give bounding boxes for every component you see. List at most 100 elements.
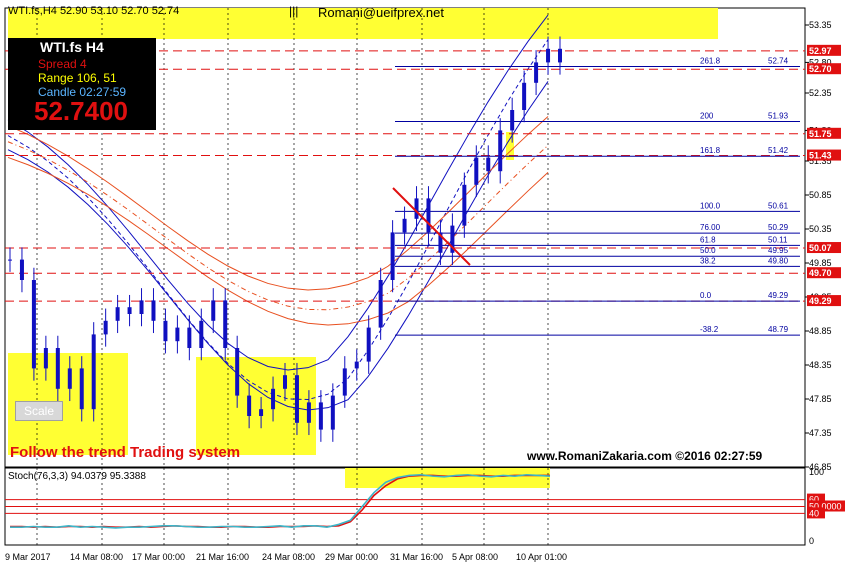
y-tick-label: 50.35	[809, 224, 832, 234]
x-tick-label: 10 Apr 01:00	[516, 552, 567, 562]
candle-body	[43, 348, 48, 369]
y-tick-label: 48.35	[809, 360, 832, 370]
info-range: Range 106, 51	[38, 71, 117, 85]
candle-body	[211, 300, 216, 321]
candle-body	[115, 307, 120, 321]
fib-value-label: 49.95	[768, 246, 789, 255]
symbol-info-box: WTI.fs H4 Spread 4 Range 106, 51 Candle …	[8, 38, 156, 130]
candle-body	[163, 320, 168, 342]
website-label: www.RomaniZakaria.com ©2016 02:27:59	[527, 449, 763, 463]
fib-value-label: 50.29	[768, 223, 789, 232]
fib-value-label: 52.74	[768, 56, 789, 65]
candle-body	[318, 402, 323, 430]
candle-body	[103, 320, 108, 335]
candle-body	[187, 327, 192, 348]
fib-ratio-label: 261.8	[700, 56, 721, 65]
candle-body	[127, 307, 132, 314]
y-tick-label: 47.85	[809, 394, 832, 404]
candle-body	[175, 327, 180, 342]
fib-value-label: 49.80	[768, 256, 789, 265]
candle-body	[223, 300, 228, 348]
fib-ratio-label: 100.0	[700, 201, 721, 210]
x-tick-label: 29 Mar 00:00	[325, 552, 378, 562]
fib-value-label: 51.93	[768, 112, 789, 121]
fib-value-label: 49.29	[768, 291, 789, 300]
candle-body	[510, 110, 515, 131]
candle-body	[402, 218, 407, 233]
price-level-tag-text: 49.70	[809, 268, 832, 278]
fib-value-label: 50.61	[768, 201, 789, 210]
x-tick-label: 5 Apr 08:00	[452, 552, 498, 562]
candle-body	[354, 361, 359, 369]
candle-body	[558, 48, 562, 63]
fib-value-label: 51.42	[768, 146, 789, 155]
x-tick-label: 17 Mar 00:00	[132, 552, 185, 562]
email-label: Romani@ueifprex.net	[318, 5, 444, 20]
fib-ratio-label: 76.00	[700, 223, 721, 232]
candle-body	[498, 130, 503, 172]
fib-ratio-label: 61.8	[700, 235, 716, 244]
candle-body	[67, 368, 72, 389]
candle-body	[474, 157, 479, 185]
candle-body	[426, 198, 431, 233]
price-level-tag-text: 49.29	[809, 296, 832, 306]
price-level-tag-text: 52.70	[809, 64, 832, 74]
info-spread: Spread 4	[38, 57, 87, 71]
stoch-axis-label: 40	[809, 508, 819, 518]
candle-body	[271, 388, 276, 410]
candle-body	[546, 48, 551, 63]
x-tick-label: 14 Mar 08:00	[70, 552, 123, 562]
candle-body	[247, 395, 252, 416]
candle-body	[534, 62, 539, 83]
candle-body	[306, 402, 311, 423]
y-tick-label: 49.85	[809, 258, 832, 268]
candle-body	[390, 232, 395, 280]
candle-body	[378, 280, 383, 328]
fib-value-label: 50.11	[768, 235, 788, 244]
x-tick-label: 31 Mar 16:00	[390, 552, 443, 562]
y-tick-label: 47.35	[809, 428, 832, 438]
candle-body	[330, 395, 335, 430]
candle-body	[8, 259, 12, 261]
candle-body	[259, 409, 264, 416]
candle-body	[139, 300, 144, 314]
candle-body	[31, 280, 36, 369]
fib-ratio-label: 161.8	[700, 146, 721, 155]
fib-ratio-label: 38.2	[700, 256, 716, 265]
x-tick-label: 24 Mar 08:00	[262, 552, 315, 562]
price-level-tag-text: 51.75	[809, 129, 832, 139]
candle-body	[294, 375, 299, 423]
fib-value-label: 48.79	[768, 325, 789, 334]
scale-button[interactable]: Scale	[15, 401, 63, 421]
candle-body	[91, 334, 96, 410]
chart-window: 9 Mar 2017 14 Mar 08:00 17 Mar 00:00 21 Mar…	[0, 0, 845, 569]
price-level-tag-text: 50.07	[809, 243, 832, 253]
candle-body	[486, 157, 491, 172]
x-tick-label: 9 Mar 2017	[5, 552, 51, 562]
info-symbol: WTI.fs H4	[40, 39, 104, 55]
chart-handle-icon[interactable]: |||	[289, 4, 298, 18]
candle-body	[283, 375, 287, 389]
stoch-title: Stoch(76,3,3) 94.0379 95.3388	[8, 471, 146, 482]
fib-ratio-label: 50.0	[700, 246, 716, 255]
fib-ratio-label: 0.0	[700, 291, 712, 300]
stoch-axis-label: 100	[809, 467, 824, 477]
chart-title-line: WTI.fs,H4 52.90 53.10 52.70 52.74	[8, 5, 180, 17]
y-tick-label: 48.85	[809, 326, 832, 336]
candle-body	[414, 198, 419, 219]
candle-body	[235, 348, 240, 396]
y-tick-label: 53.35	[809, 20, 832, 30]
candle-body	[462, 184, 467, 226]
trading-system-label: Follow the trend Trading system	[10, 444, 241, 461]
candle-body	[151, 300, 156, 321]
candle-body	[366, 327, 371, 362]
candle-body	[55, 348, 60, 389]
candle-body	[19, 259, 24, 280]
stoch-axis-label: 0	[809, 536, 814, 546]
stoch-highlight-zone	[345, 468, 550, 488]
fib-ratio-label: -38.2	[700, 325, 719, 334]
y-tick-label: 50.85	[809, 190, 832, 200]
candle-body	[199, 320, 204, 348]
y-tick-label: 52.35	[809, 88, 832, 98]
fib-ratio-label: 200	[700, 112, 714, 121]
